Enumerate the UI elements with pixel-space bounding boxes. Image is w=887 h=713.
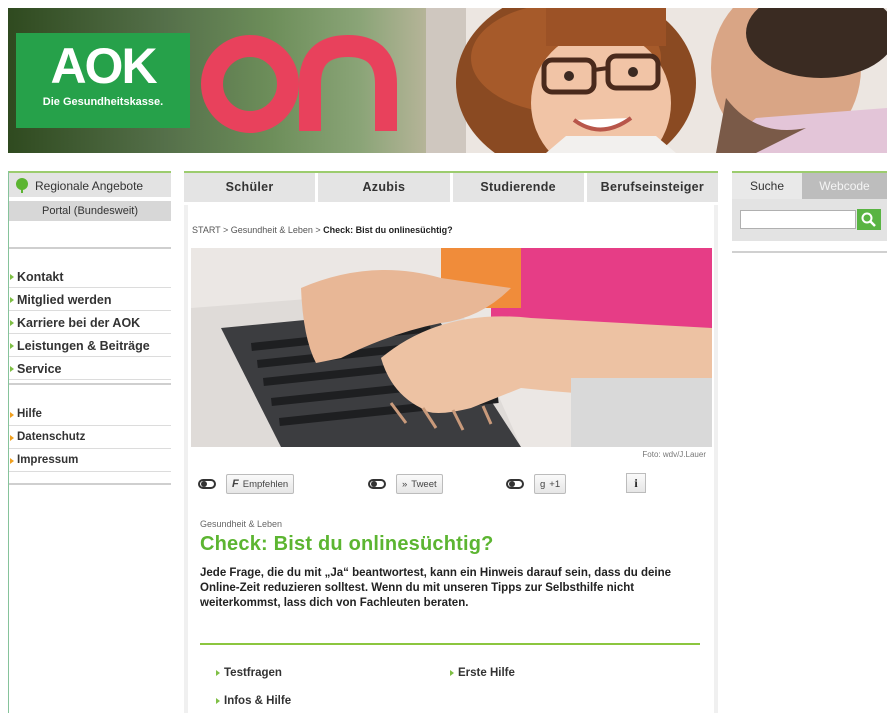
logo-tagline: Die Gesundheitskasse. xyxy=(42,96,164,108)
section-divider xyxy=(200,643,700,645)
search-button[interactable] xyxy=(857,209,881,230)
nav-item-label: Kontakt xyxy=(17,270,64,284)
article-lead: Jede Frage, die du mit „Ja“ beantwortest… xyxy=(200,567,671,609)
link-testfragen[interactable]: Testfragen xyxy=(216,667,282,679)
nav-item-label: Hilfe xyxy=(17,408,42,420)
article-panel: START > Gesundheit & Leben > Check: Bist… xyxy=(188,205,714,713)
divider xyxy=(732,251,887,253)
divider xyxy=(9,483,171,485)
search-tabs: Suche Webcode xyxy=(732,171,887,199)
nav-item-hilfe[interactable]: Hilfe xyxy=(9,403,171,426)
tab-azubis[interactable]: Azubis xyxy=(318,173,453,202)
gplus-icon: g xyxy=(540,478,546,490)
privacy-toggle-icon[interactable] xyxy=(198,479,216,489)
portal-button[interactable]: Portal (Bundesweit) xyxy=(9,201,171,221)
arrow-bullet-icon xyxy=(216,698,220,704)
link-infos-hilfe[interactable]: Infos & Hilfe xyxy=(216,695,291,707)
secondary-nav: Hilfe Datenschutz Impressum xyxy=(9,403,171,472)
tweet-button-label: Tweet xyxy=(411,478,437,490)
search-box xyxy=(732,199,887,241)
arrow-bullet-icon xyxy=(10,435,14,441)
link-label: Erste Hilfe xyxy=(458,667,515,679)
facebook-icon: F xyxy=(232,478,239,490)
aok-logo[interactable]: AOK Die Gesundheitskasse. xyxy=(16,33,190,128)
arrow-bullet-icon xyxy=(10,412,14,418)
nav-item-datenschutz[interactable]: Datenschutz xyxy=(9,426,171,449)
gplus-share: g +1 xyxy=(506,473,567,495)
tab-schueler[interactable]: Schüler xyxy=(184,173,319,202)
breadcrumb-separator: > xyxy=(220,225,231,235)
privacy-toggle-icon[interactable] xyxy=(368,479,386,489)
arrow-bullet-icon xyxy=(10,366,14,372)
arrow-bullet-icon xyxy=(10,297,14,303)
article-kicker: Gesundheit & Leben xyxy=(200,519,283,529)
search-icon xyxy=(861,212,876,227)
regional-offers-tab[interactable]: Regionale Angebote xyxy=(9,171,171,197)
tab-studierende[interactable]: Studierende xyxy=(452,173,587,202)
twitter-icon: » xyxy=(402,478,408,490)
header-banner: AOK Die Gesundheitskasse. xyxy=(8,8,887,153)
hero-image xyxy=(191,248,712,447)
arrow-bullet-icon xyxy=(216,670,220,676)
arrow-bullet-icon xyxy=(10,343,14,349)
divider xyxy=(9,247,171,249)
regional-offers-label: Regionale Angebote xyxy=(35,179,144,193)
link-label: Testfragen xyxy=(224,667,282,679)
facebook-button-label: Empfehlen xyxy=(242,478,289,490)
logo-text: AOK xyxy=(50,38,157,94)
article-title: Check: Bist du onlinesüchtig? xyxy=(200,533,494,555)
arrow-bullet-icon xyxy=(10,458,14,464)
nav-item-service[interactable]: Service xyxy=(9,357,171,380)
breadcrumb: START > Gesundheit & Leben > Check: Bist… xyxy=(192,225,453,235)
tree-icon xyxy=(16,178,28,193)
gplus-button[interactable]: g +1 xyxy=(534,474,567,494)
nav-item-mitglied-werden[interactable]: Mitglied werden xyxy=(9,288,171,311)
divider xyxy=(9,383,171,385)
breadcrumb-start[interactable]: START xyxy=(192,225,221,235)
facebook-recommend-button[interactable]: F Empfehlen xyxy=(226,474,295,494)
photo-credit: Foto: wdv/J.Lauer xyxy=(642,450,706,459)
main-nav: Kontakt Mitglied werden Karriere bei der… xyxy=(9,265,171,380)
info-button[interactable]: i xyxy=(626,473,646,493)
on-brand-mark xyxy=(201,34,397,133)
facebook-share: F Empfehlen xyxy=(198,473,295,495)
tab-webcode[interactable]: Webcode xyxy=(802,173,887,199)
tweet-button[interactable]: » Tweet xyxy=(396,474,443,494)
privacy-toggle-icon[interactable] xyxy=(506,479,524,489)
nav-item-label: Karriere bei der AOK xyxy=(17,316,141,330)
link-erste-hilfe[interactable]: Erste Hilfe xyxy=(450,667,515,679)
link-label: Infos & Hilfe xyxy=(224,695,292,707)
nav-item-kontakt[interactable]: Kontakt xyxy=(9,265,171,288)
nav-item-label: Service xyxy=(17,362,62,376)
nav-item-label: Datenschutz xyxy=(17,431,86,443)
arrow-bullet-icon xyxy=(450,670,454,676)
nav-item-label: Mitglied werden xyxy=(17,293,112,307)
audience-tabs: Schüler Azubis Studierende Berufseinstei… xyxy=(184,171,718,202)
twitter-share: » Tweet xyxy=(368,473,443,495)
main-content: START > Gesundheit & Leben > Check: Bist… xyxy=(184,205,718,713)
nav-item-label: Leistungen & Beiträge xyxy=(17,339,150,353)
header-photo xyxy=(426,8,887,153)
arrow-bullet-icon xyxy=(10,320,14,326)
breadcrumb-separator: > xyxy=(312,225,324,235)
nav-item-impressum[interactable]: Impressum xyxy=(9,449,171,472)
breadcrumb-section[interactable]: Gesundheit & Leben xyxy=(231,225,313,235)
search-panel: Suche Webcode xyxy=(732,171,887,251)
tab-berufseinsteiger[interactable]: Berufseinsteiger xyxy=(586,173,718,202)
gplus-button-label: +1 xyxy=(549,478,561,490)
share-bar: F Empfehlen » Tweet g +1 i xyxy=(198,473,708,495)
nav-item-leistungen[interactable]: Leistungen & Beiträge xyxy=(9,334,171,357)
left-sidebar: Regionale Angebote Portal (Bundesweit) K… xyxy=(8,171,171,713)
breadcrumb-current: Check: Bist du onlinesüchtig? xyxy=(323,225,453,235)
nav-item-karriere[interactable]: Karriere bei der AOK xyxy=(9,311,171,334)
nav-item-label: Impressum xyxy=(17,454,79,466)
search-input[interactable] xyxy=(740,210,856,229)
arrow-bullet-icon xyxy=(10,274,14,280)
tab-suche[interactable]: Suche xyxy=(732,173,802,199)
